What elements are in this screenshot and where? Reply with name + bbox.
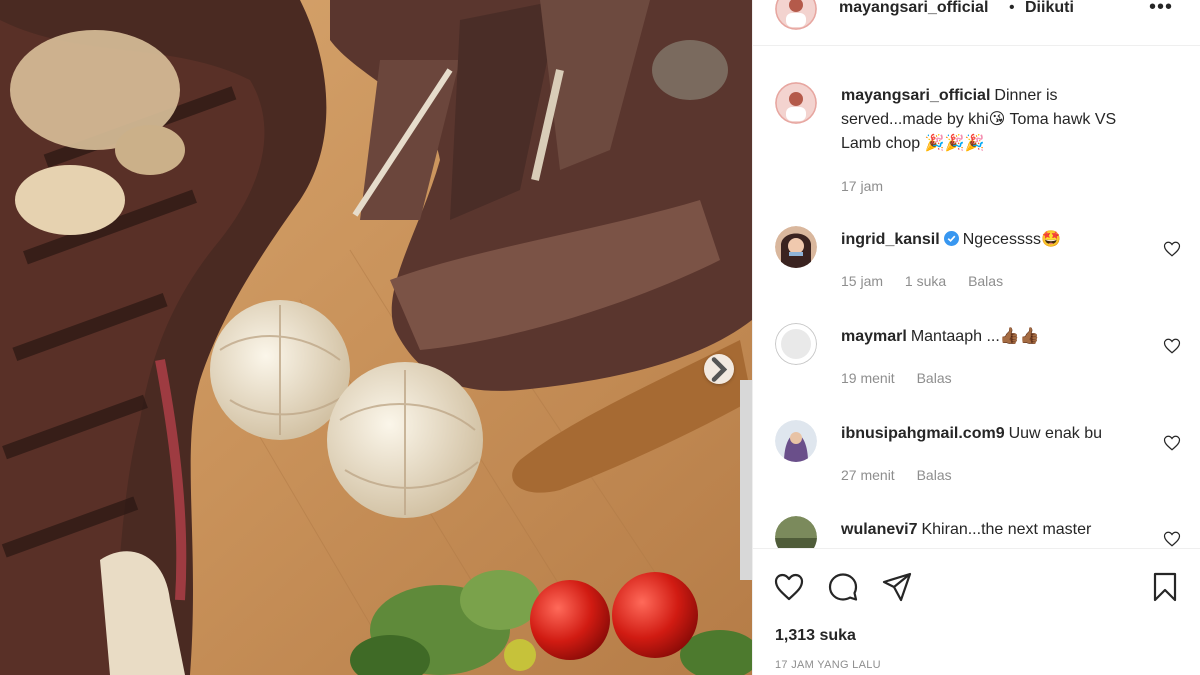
comment-username[interactable]: ibnusipahgmail.com9	[841, 425, 1005, 442]
caption-text-block: mayangsari_official Dinner is served...ma…	[841, 84, 1141, 156]
avatar[interactable]	[775, 0, 817, 30]
comment-time[interactable]: 19 menit	[841, 370, 895, 386]
bookmark-icon[interactable]	[1149, 571, 1181, 603]
post-actions: 1,313 suka 17 JAM YANG LALU	[753, 548, 1200, 675]
comment-meta: 15 jam 1 suka Balas	[841, 273, 1021, 289]
caption-username[interactable]: mayangsari_official	[841, 87, 990, 104]
commenter-avatar-image	[775, 226, 817, 268]
reply-button[interactable]: Balas	[968, 273, 1003, 289]
comment-meta: 19 menit Balas	[841, 370, 970, 386]
comment-like-heart-icon[interactable]	[1163, 240, 1181, 258]
commenter-avatar-image	[775, 323, 817, 365]
heart-icon[interactable]	[773, 571, 805, 603]
comments-list[interactable]: mayangsari_official Dinner is served...ma…	[753, 46, 1200, 548]
comment-like-heart-icon[interactable]	[1163, 337, 1181, 355]
comment-text-block: ibnusipahgmail.com9 Uuw enak bu	[841, 422, 1141, 446]
comment-text: Mantaaph ...👍🏾👍🏾	[910, 328, 1040, 345]
food-photo-illustration	[0, 0, 752, 675]
separator-dot: •	[1009, 0, 1015, 16]
comment-time[interactable]: 15 jam	[841, 273, 883, 289]
comment-likes[interactable]: 1 suka	[905, 273, 946, 289]
comment-username[interactable]: maymarl	[841, 328, 907, 345]
comment-meta: 27 menit Balas	[841, 467, 970, 483]
comment-like-heart-icon[interactable]	[1163, 434, 1181, 452]
caption-time[interactable]: 17 jam	[841, 178, 883, 194]
post-side-panel: mayangsari_official • Diikuti ••• mayang…	[752, 0, 1200, 675]
more-options-button[interactable]: •••	[1149, 0, 1173, 19]
comment-text-block: ingrid_kansil Ngecessss🤩	[841, 228, 1141, 252]
post-photo[interactable]	[0, 0, 752, 675]
comment-text-block: maymarl Mantaaph ...👍🏾👍🏾	[841, 325, 1141, 349]
avatar[interactable]	[775, 226, 817, 268]
follow-status-button[interactable]: Diikuti	[1025, 0, 1074, 17]
comment-text: Ngecessss🤩	[962, 231, 1061, 248]
avatar[interactable]	[775, 420, 817, 462]
comment-text: Khiran...the next master	[921, 521, 1092, 538]
avatar[interactable]	[775, 82, 817, 124]
caption-avatar-image	[775, 82, 817, 124]
post-header: mayangsari_official • Diikuti •••	[753, 0, 1200, 46]
comment-like-heart-icon[interactable]	[1163, 530, 1181, 548]
paper-plane-icon[interactable]	[881, 571, 913, 603]
profile-avatar-image	[775, 0, 817, 30]
commenter-avatar-image	[775, 420, 817, 462]
avatar[interactable]	[775, 323, 817, 365]
chevron-right-icon	[711, 356, 728, 382]
next-image-button[interactable]	[704, 354, 734, 384]
comment-icon[interactable]	[827, 571, 859, 603]
comment-text: Uuw enak bu	[1008, 425, 1102, 442]
comment-username[interactable]: ingrid_kansil	[841, 231, 940, 248]
post-author-username[interactable]: mayangsari_official	[839, 0, 988, 17]
avatar[interactable]	[775, 516, 817, 548]
caption-meta: 17 jam	[841, 178, 901, 194]
comment-text-block: wulanevi7 Khiran...the next master	[841, 518, 1141, 542]
likes-count[interactable]: 1,313 suka	[775, 627, 856, 645]
comment-time[interactable]: 27 menit	[841, 467, 895, 483]
reply-button[interactable]: Balas	[917, 467, 952, 483]
comment-username[interactable]: wulanevi7	[841, 521, 917, 538]
commenter-avatar-image	[775, 516, 817, 548]
reply-button[interactable]: Balas	[917, 370, 952, 386]
verified-badge-icon	[943, 231, 959, 246]
post-timestamp: 17 JAM YANG LALU	[775, 659, 881, 671]
